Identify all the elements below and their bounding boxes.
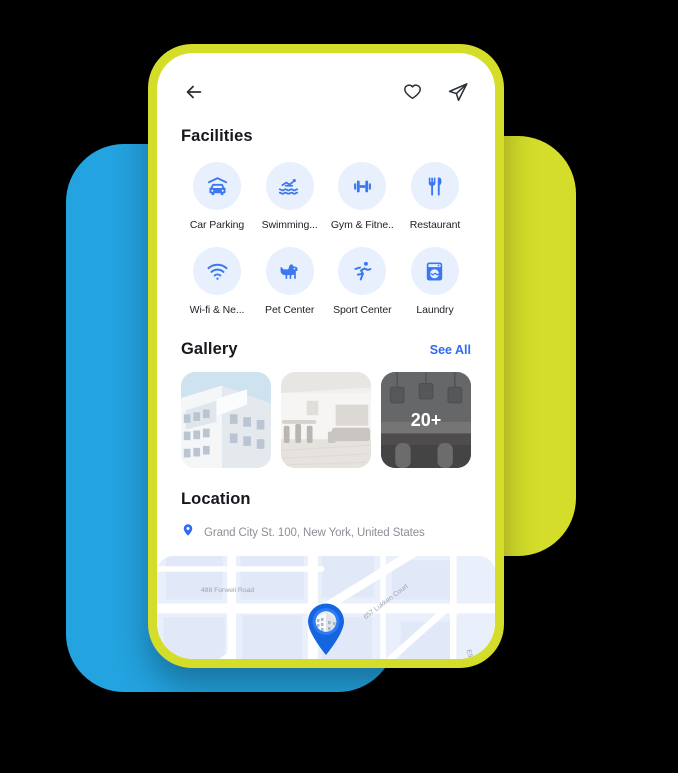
- facility-icon-wrap: [338, 247, 387, 295]
- facilities-row-1: Car Parking Swimming... Gym & Fitne.. Re…: [181, 162, 471, 231]
- arrow-left-icon: [183, 81, 205, 103]
- favorite-button[interactable]: [399, 79, 425, 105]
- share-button[interactable]: [445, 79, 471, 105]
- pet-icon: [277, 259, 302, 284]
- facility-label: Sport Center: [333, 304, 392, 316]
- gallery-title: Gallery: [181, 340, 238, 358]
- facilities-row-2: Wi-fi & Ne... Pet Center Sport Center La…: [181, 247, 471, 316]
- facility-icon-wrap: [193, 247, 241, 295]
- app-topbar: [181, 53, 471, 105]
- gallery-item-kitchen[interactable]: 20+: [381, 372, 471, 468]
- map-pin-icon: [181, 523, 195, 542]
- car-parking-icon: [205, 174, 230, 199]
- facility-label: Gym & Fitne..: [330, 219, 394, 231]
- location-section: Location Grand City St. 100, New York, U…: [181, 490, 471, 542]
- back-button[interactable]: [181, 79, 207, 105]
- location-map[interactable]: 488 Forwell Road 657 Lukken Court Elka T…: [157, 556, 495, 659]
- send-icon: [447, 81, 469, 103]
- property-marker-icon[interactable]: [303, 600, 349, 656]
- see-all-button[interactable]: See All: [430, 343, 471, 357]
- facility-label: Swimming...: [261, 219, 318, 231]
- facility-label: Car Parking: [189, 219, 245, 231]
- facility-label: Pet Center: [265, 304, 315, 316]
- facilities-title: Facilities: [181, 127, 253, 145]
- running-icon: [350, 259, 375, 284]
- laundry-icon: [422, 259, 447, 284]
- facility-label: Laundry: [416, 304, 454, 316]
- topbar-actions: [399, 79, 471, 105]
- facility-restaurant[interactable]: Restaurant: [399, 162, 471, 231]
- facility-icon-wrap: [338, 162, 387, 210]
- facility-car-parking[interactable]: Car Parking: [181, 162, 253, 231]
- facility-gym-fitness[interactable]: Gym & Fitne..: [326, 162, 398, 231]
- address-row: Grand City St. 100, New York, United Sta…: [181, 523, 471, 542]
- map-street-label-1: 488 Forwell Road: [201, 587, 254, 594]
- address-text: Grand City St. 100, New York, United Sta…: [204, 526, 425, 539]
- facility-icon-wrap: [193, 162, 241, 210]
- gallery-item-building[interactable]: [181, 372, 271, 468]
- gallery-item-living-room[interactable]: [281, 372, 371, 468]
- living-room-photo: [281, 372, 371, 468]
- facility-sport-center[interactable]: Sport Center: [326, 247, 398, 316]
- building-exterior-photo: [181, 372, 271, 468]
- gallery-thumbnails: 20+: [181, 372, 471, 468]
- screenshot-stage: Facilities Car Parking Swimming... Gym &…: [0, 0, 678, 773]
- gallery-header: Gallery See All: [181, 340, 471, 359]
- facility-wifi-network[interactable]: Wi-fi & Ne...: [181, 247, 253, 316]
- facilities-section: Facilities Car Parking Swimming... Gym &…: [181, 127, 471, 316]
- heart-icon: [402, 82, 423, 103]
- facility-laundry[interactable]: Laundry: [399, 247, 471, 316]
- facility-icon-wrap: [410, 162, 459, 210]
- facility-pet-center[interactable]: Pet Center: [254, 247, 326, 316]
- dumbbell-icon: [350, 174, 375, 199]
- gallery-overlay-count: 20+: [381, 372, 471, 468]
- facility-label: Wi-fi & Ne...: [189, 304, 245, 316]
- location-title: Location: [181, 490, 251, 508]
- wifi-icon: [205, 259, 230, 284]
- swimming-icon: [277, 174, 302, 199]
- facility-icon-wrap: [265, 247, 314, 295]
- facility-icon-wrap: [410, 247, 459, 295]
- phone-frame: Facilities Car Parking Swimming... Gym &…: [148, 44, 504, 668]
- phone-screen: Facilities Car Parking Swimming... Gym &…: [157, 53, 495, 659]
- facility-icon-wrap: [265, 162, 314, 210]
- facility-label: Restaurant: [409, 219, 461, 231]
- gallery-section: Gallery See All 20+: [181, 340, 471, 468]
- restaurant-icon: [422, 174, 447, 199]
- facility-swimming[interactable]: Swimming...: [254, 162, 326, 231]
